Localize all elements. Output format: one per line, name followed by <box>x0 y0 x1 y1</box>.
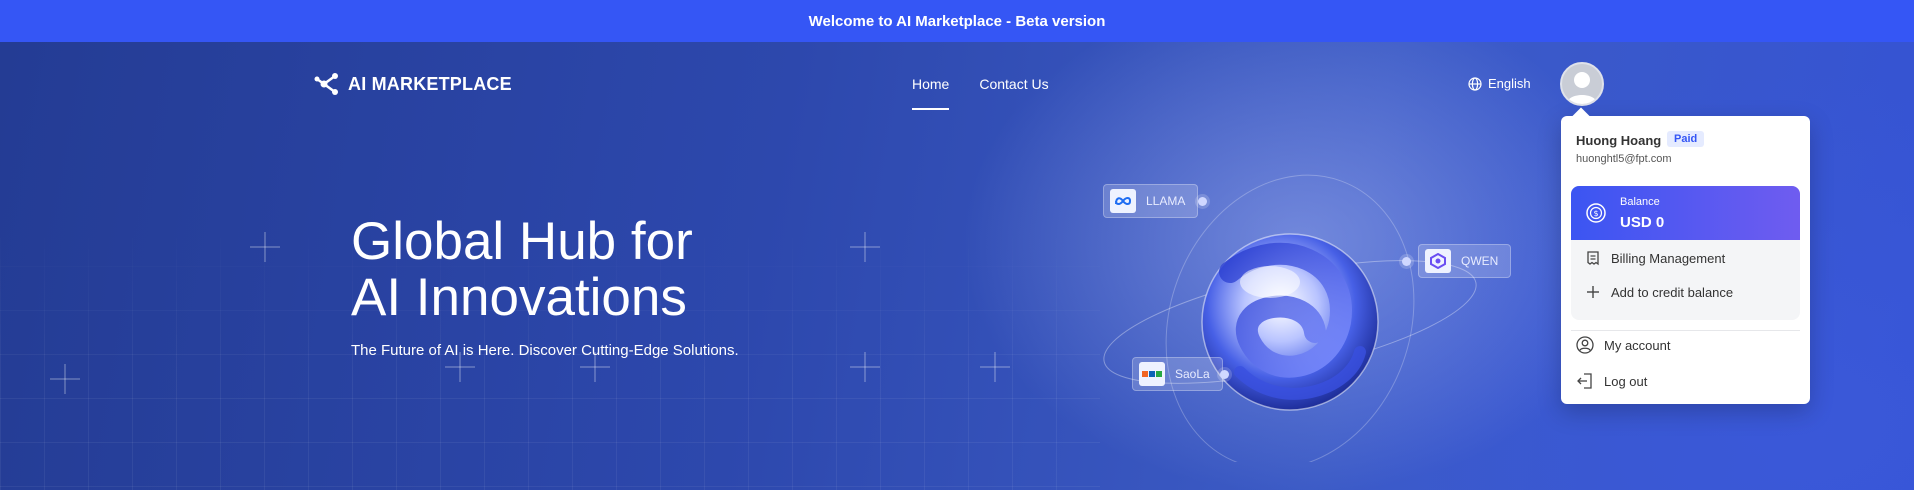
my-account-item[interactable]: My account <box>1576 330 1670 360</box>
globe-icon <box>1468 76 1482 91</box>
main-menu: Home Contact Us <box>912 76 1049 116</box>
user-email: huonghtl5@fpt.com <box>1576 153 1672 165</box>
billing-management-item[interactable]: Billing Management <box>1585 250 1725 266</box>
sparkle-decoration <box>850 352 880 382</box>
top-navigation: AI MARKETPLACE Home Contact Us English <box>0 42 1914 122</box>
nav-link-contact-us[interactable]: Contact Us <box>979 76 1048 116</box>
user-avatar-button[interactable] <box>1560 62 1604 106</box>
fpt-logo-icon <box>1139 362 1165 386</box>
hero-subtitle: The Future of AI is Here. Discover Cutti… <box>351 342 739 359</box>
svg-text:$: $ <box>1593 209 1598 218</box>
coin-icon: $ <box>1586 203 1606 223</box>
model-chip-saola[interactable]: SaoLa <box>1132 357 1223 391</box>
balance-label: Balance <box>1620 196 1660 208</box>
logout-icon <box>1577 373 1592 389</box>
sparkle-decoration <box>850 232 880 262</box>
user-circle-icon <box>1576 336 1594 354</box>
qwen-logo-icon <box>1425 249 1451 273</box>
hero-title: Global Hub for AI Innovations <box>351 214 693 326</box>
add-credit-item[interactable]: Add to credit balance <box>1585 284 1733 300</box>
receipt-icon <box>1587 251 1599 266</box>
my-account-label: My account <box>1604 337 1671 353</box>
balance-value: USD 0 <box>1620 214 1665 231</box>
plus-icon <box>1587 286 1599 298</box>
logout-label: Log out <box>1604 373 1648 389</box>
model-chip-llama[interactable]: LLAMA <box>1103 184 1199 218</box>
language-selector[interactable]: English <box>1468 76 1531 91</box>
brand-name: AI MARKETPLACE <box>348 73 512 94</box>
hero-title-line: Global Hub for <box>351 212 693 271</box>
connector-dot <box>1220 370 1229 379</box>
meta-logo-icon <box>1110 189 1136 213</box>
hero-title-line: AI Innovations <box>351 268 687 327</box>
plan-badge: Paid <box>1667 131 1705 147</box>
language-label: English <box>1488 76 1531 91</box>
logout-item[interactable]: Log out <box>1576 366 1647 396</box>
balance-card: $ Balance USD 0 <box>1571 186 1800 240</box>
banner-text: Welcome to AI Marketplace - Beta version <box>808 12 1106 30</box>
sparkle-decoration <box>250 232 280 262</box>
model-chip-label: QWEN <box>1461 254 1499 268</box>
nav-link-home[interactable]: Home <box>912 76 950 116</box>
brand-logo[interactable]: AI MARKETPLACE <box>314 72 512 96</box>
add-credit-label: Add to credit balance <box>1611 284 1734 300</box>
user-avatar-icon <box>1567 72 1597 104</box>
announcement-banner: Welcome to AI Marketplace - Beta version <box>0 0 1914 42</box>
account-dropdown: Huong Hoang Paid huonghtl5@fpt.com $ Bal… <box>1561 116 1810 404</box>
model-chip-qwen[interactable]: QWEN <box>1418 244 1512 278</box>
connector-dot <box>1402 257 1411 266</box>
sparkle-decoration <box>980 352 1010 382</box>
network-logo-icon <box>314 73 338 95</box>
model-chip-label: LLAMA <box>1146 194 1186 208</box>
balance-section: $ Balance USD 0 Billing Management Add t… <box>1571 186 1800 320</box>
model-chip-label: SaoLa <box>1175 367 1210 381</box>
connector-dot <box>1198 197 1207 206</box>
billing-management-label: Billing Management <box>1611 250 1726 266</box>
user-name: Huong Hoang <box>1576 133 1662 148</box>
sparkle-decoration <box>50 364 80 394</box>
